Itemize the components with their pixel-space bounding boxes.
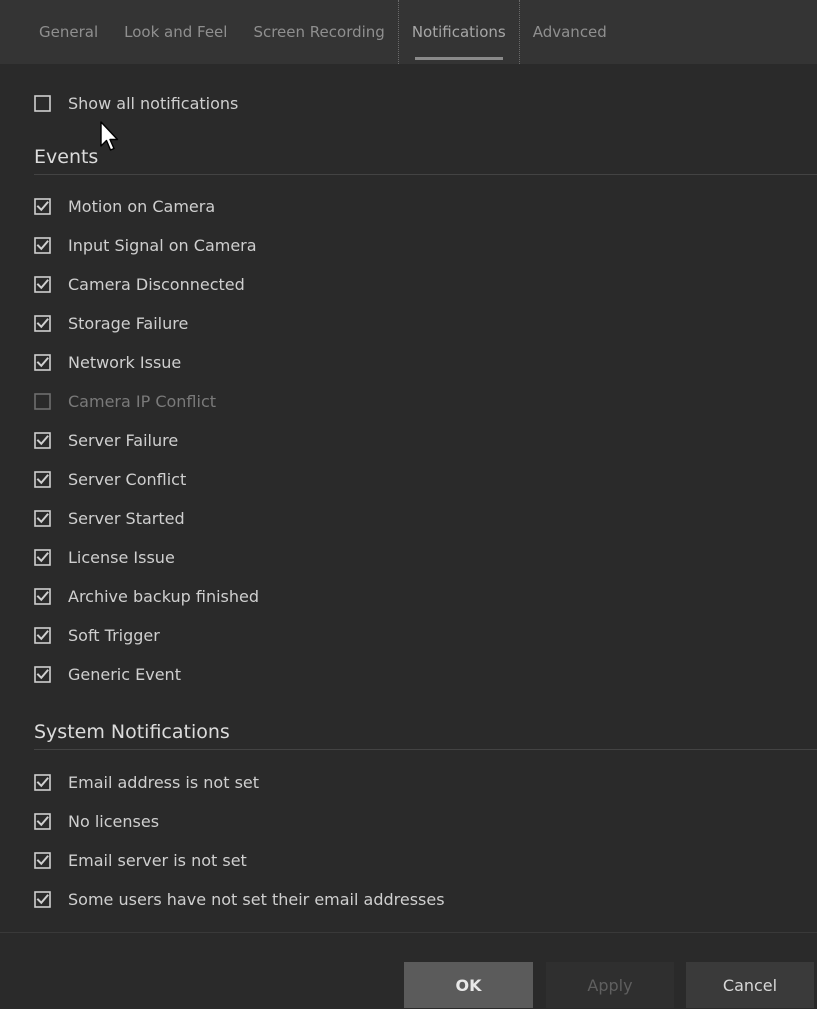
event-item-label: Camera Disconnected — [68, 275, 245, 294]
tab-screen-recording[interactable]: Screen Recording — [240, 0, 397, 64]
notifications-panel: Show all notifications Events Motion on … — [34, 64, 817, 919]
settings-dialog: General Look and Feel Screen Recording N… — [0, 0, 817, 1009]
event-server-conflict-checkbox[interactable]: Server Conflict — [34, 460, 817, 499]
checkbox-checked-icon[interactable] — [34, 198, 68, 215]
system-item-label: No licenses — [68, 812, 160, 831]
events-section-title: Events — [34, 145, 817, 175]
system-item-label: Email server is not set — [68, 851, 247, 870]
checkbox-checked-icon[interactable] — [34, 354, 68, 371]
event-license-issue-checkbox[interactable]: License Issue — [34, 538, 817, 577]
event-motion-on-camera-checkbox[interactable]: Motion on Camera — [34, 187, 817, 226]
event-network-issue-checkbox[interactable]: Network Issue — [34, 343, 817, 382]
event-item-label: Camera IP Conflict — [68, 392, 217, 411]
event-storage-failure-checkbox[interactable]: Storage Failure — [34, 304, 817, 343]
checkbox-checked-icon[interactable] — [34, 471, 68, 488]
system-item-label: Some users have not set their email addr… — [68, 890, 445, 909]
checkbox-checked-icon[interactable] — [34, 276, 68, 293]
event-item-label: Soft Trigger — [68, 626, 160, 645]
tab-bar: General Look and Feel Screen Recording N… — [0, 0, 817, 64]
checkbox-checked-icon[interactable] — [34, 315, 68, 332]
event-camera-ip-conflict-checkbox[interactable]: Camera IP Conflict — [34, 382, 817, 421]
event-generic-event-checkbox[interactable]: Generic Event — [34, 655, 817, 694]
event-camera-disconnected-checkbox[interactable]: Camera Disconnected — [34, 265, 817, 304]
event-item-label: Server Failure — [68, 431, 179, 450]
checkbox-checked-icon[interactable] — [34, 891, 68, 908]
system-some-users-have-not-set-their-email-addresses-checkbox[interactable]: Some users have not set their email addr… — [34, 880, 817, 919]
show-all-notifications-checkbox[interactable]: Show all notifications — [34, 84, 817, 123]
tab-advanced[interactable]: Advanced — [520, 0, 620, 64]
tab-notifications[interactable]: Notifications — [397, 0, 520, 64]
checkbox-checked-icon[interactable] — [34, 237, 68, 254]
checkbox-checked-icon[interactable] — [34, 510, 68, 527]
system-no-licenses-checkbox[interactable]: No licenses — [34, 802, 817, 841]
event-item-label: Storage Failure — [68, 314, 189, 333]
system-notifications-list: Email address is not set No licenses Email… — [34, 763, 817, 919]
checkbox-checked-icon[interactable] — [34, 588, 68, 605]
system-email-address-is-not-set-checkbox[interactable]: Email address is not set — [34, 763, 817, 802]
event-server-failure-checkbox[interactable]: Server Failure — [34, 421, 817, 460]
event-item-label: Motion on Camera — [68, 197, 216, 216]
event-item-label: Network Issue — [68, 353, 182, 372]
event-input-signal-on-camera-checkbox[interactable]: Input Signal on Camera — [34, 226, 817, 265]
show-all-notifications-label: Show all notifications — [68, 94, 239, 113]
event-item-label: Server Conflict — [68, 470, 187, 489]
checkbox-checked-icon[interactable] — [34, 774, 68, 791]
event-archive-backup-finished-checkbox[interactable]: Archive backup finished — [34, 577, 817, 616]
checkbox-checked-icon[interactable] — [34, 852, 68, 869]
checkbox-unchecked-icon[interactable] — [34, 393, 68, 410]
checkbox-checked-icon[interactable] — [34, 627, 68, 644]
events-list: Motion on Camera Input Signal on Camera Ca… — [34, 187, 817, 694]
event-item-label: License Issue — [68, 548, 175, 567]
system-item-label: Email address is not set — [68, 773, 260, 792]
event-server-started-checkbox[interactable]: Server Started — [34, 499, 817, 538]
event-item-label: Server Started — [68, 509, 185, 528]
system-email-server-is-not-set-checkbox[interactable]: Email server is not set — [34, 841, 817, 880]
system-notifications-section-title: System Notifications — [34, 720, 817, 750]
checkbox-checked-icon[interactable] — [34, 549, 68, 566]
cancel-button[interactable]: Cancel — [686, 962, 814, 1008]
tab-look-and-feel[interactable]: Look and Feel — [111, 0, 240, 64]
dialog-footer: OK Apply Cancel — [0, 932, 817, 1009]
checkbox-checked-icon[interactable] — [34, 666, 68, 683]
event-soft-trigger-checkbox[interactable]: Soft Trigger — [34, 616, 817, 655]
event-item-label: Archive backup finished — [68, 587, 260, 606]
apply-button[interactable]: Apply — [546, 962, 674, 1008]
ok-button[interactable]: OK — [404, 962, 533, 1008]
tab-general[interactable]: General — [26, 0, 111, 64]
checkbox-checked-icon[interactable] — [34, 813, 68, 830]
event-item-label: Generic Event — [68, 665, 181, 684]
checkbox-checked-icon[interactable] — [34, 432, 68, 449]
event-item-label: Input Signal on Camera — [68, 236, 257, 255]
checkbox-unchecked-icon[interactable] — [34, 95, 68, 112]
